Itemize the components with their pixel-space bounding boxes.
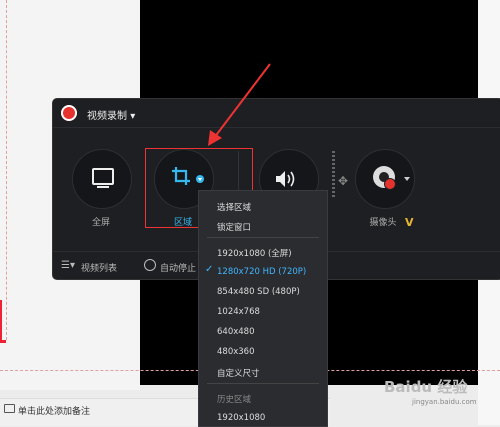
chevron-down-icon: ▾ xyxy=(130,111,136,122)
video-list-button[interactable]: 视频列表 xyxy=(81,261,117,274)
audio-level-meter xyxy=(332,151,335,197)
region-dropdown-menu: 选择区域 锁定窗口 1920x1080 (全屏) 1280x720 HD (72… xyxy=(198,190,328,427)
menu-header-history: 历史区域 xyxy=(217,395,252,405)
annotation-arrow xyxy=(208,63,271,146)
monitor-icon xyxy=(92,168,114,188)
mode-selector-label: 视频录制 xyxy=(87,111,127,122)
notes-placeholder[interactable]: 单击此处添加备注 xyxy=(18,404,90,417)
menu-item-custom-size[interactable]: 自定义尺寸 xyxy=(217,367,260,379)
menu-divider xyxy=(207,383,319,384)
camera-label: 摄像头 xyxy=(369,218,397,228)
watermark-url: jingyan.baidu.com xyxy=(412,398,477,406)
menu-divider xyxy=(207,237,319,238)
speaker-icon xyxy=(276,171,295,187)
auto-stop-button[interactable]: 自动停止 ( xyxy=(160,261,202,274)
vip-badge-icon: V xyxy=(405,216,414,229)
menu-item-1920x1080-full[interactable]: 1920x1080 (全屏) xyxy=(217,247,292,259)
menu-item-lock-window[interactable]: 锁定窗口 xyxy=(217,221,251,233)
menu-item-480x360[interactable]: 480x360 xyxy=(217,347,254,357)
fullscreen-button[interactable] xyxy=(72,149,132,209)
note-icon xyxy=(4,404,15,413)
app-logo-icon xyxy=(61,105,77,121)
menu-item-history-1920x1080[interactable]: 1920x1080 xyxy=(217,413,265,423)
checkmark-icon: ✓ xyxy=(205,264,214,275)
watermark-logo: Baidu 经验 xyxy=(384,378,468,396)
mode-selector[interactable]: 视频录制 ▾ xyxy=(87,107,135,122)
clock-icon xyxy=(144,259,156,271)
camera-caret-icon[interactable] xyxy=(404,177,410,181)
slide-selection-corner xyxy=(0,340,6,343)
menu-item-1024x768[interactable]: 1024x768 xyxy=(217,307,260,317)
slide-selection-marker xyxy=(0,300,2,342)
menu-item-select-region[interactable]: 选择区域 xyxy=(217,201,251,213)
menu-item-854x480[interactable]: 854x480 SD (480P) xyxy=(217,287,300,297)
menu-item-640x480[interactable]: 640x480 xyxy=(217,327,254,337)
slide-guide-left xyxy=(6,0,7,340)
list-icon[interactable]: ☰▾ xyxy=(61,260,75,271)
camera-button[interactable] xyxy=(355,149,415,209)
menu-item-1280x720[interactable]: 1280x720 HD (720P) xyxy=(217,267,306,277)
camera-off-badge xyxy=(384,178,396,190)
move-icon[interactable]: ✥ xyxy=(338,174,348,188)
fullscreen-label: 全屏 xyxy=(91,218,110,228)
